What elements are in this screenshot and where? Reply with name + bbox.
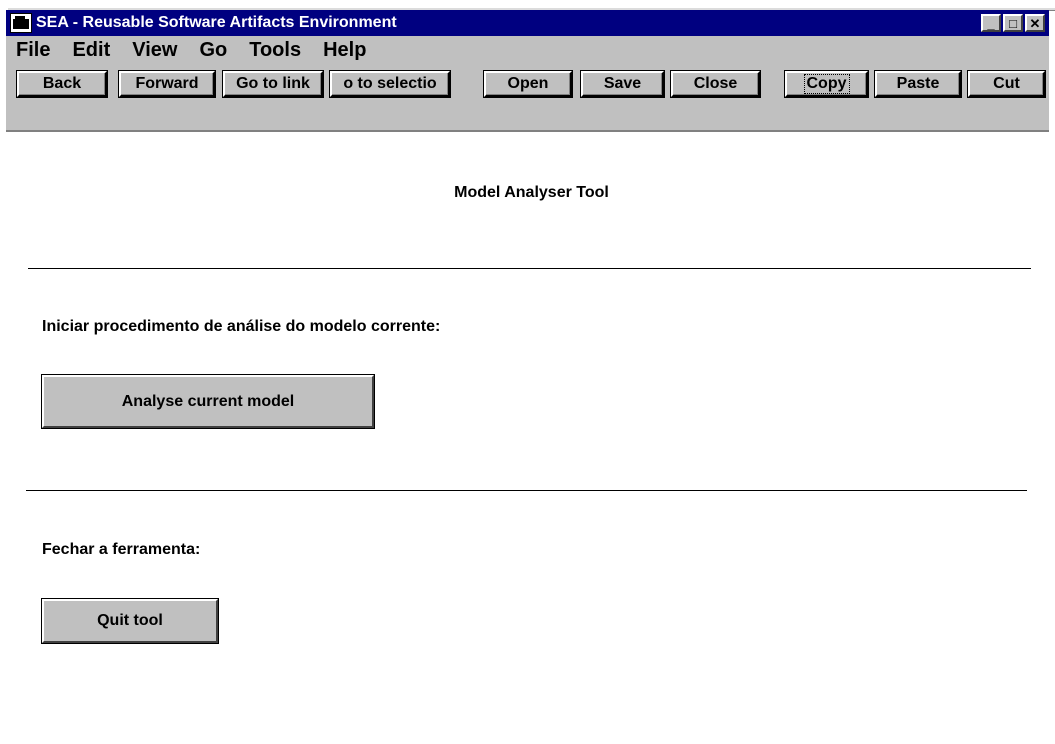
menu-help[interactable]: Help [312,39,377,62]
go-to-link-button[interactable]: Go to link [223,71,323,97]
maximize-button[interactable]: □ [1003,14,1023,32]
analyse-current-model-button[interactable]: Analyse current model [42,375,374,428]
window-title: SEA - Reusable Software Artifacts Enviro… [36,14,397,31]
divider-bottom [26,490,1027,491]
close-window-button[interactable]: ✕ [1025,14,1045,32]
open-button-label: Open [507,75,549,92]
app-window-icon[interactable] [10,13,32,33]
go-to-selection-button[interactable]: o to selectio [330,71,450,97]
close-button[interactable]: Close [671,71,760,97]
analyse-prompt-label: Iniciar procedimento de análise do model… [42,318,441,335]
menu-tools[interactable]: Tools [238,39,312,62]
quit-tool-button[interactable]: Quit tool [42,599,218,643]
go-to-selection-label: o to selectio [343,75,437,92]
back-button[interactable]: Back [17,71,107,97]
forward-button[interactable]: Forward [119,71,215,97]
cut-button-label: Cut [993,75,1020,92]
window-controls: _ □ ✕ [981,14,1045,32]
toolbar: Back Forward Go to link o to selectio Op… [6,64,1049,132]
close-button-label: Close [693,75,738,92]
cut-button[interactable]: Cut [968,71,1045,97]
open-button[interactable]: Open [484,71,572,97]
quit-button-label: Quit tool [97,612,163,629]
divider-top [28,268,1031,269]
save-button-label: Save [603,75,642,92]
menu-edit[interactable]: Edit [61,39,121,62]
go-to-link-label: Go to link [236,75,310,92]
copy-button-label: Copy [803,74,850,94]
menu-file[interactable]: File [6,39,61,62]
analyse-button-label: Analyse current model [121,392,295,410]
back-button-label: Back [42,75,82,92]
menu-bar: File Edit View Go Tools Help [6,36,1049,64]
menu-go[interactable]: Go [188,39,238,62]
title-bar[interactable]: SEA - Reusable Software Artifacts Enviro… [6,10,1049,36]
page-title: Model Analyser Tool [454,184,609,201]
minimize-button[interactable]: _ [981,14,1001,32]
quit-prompt-label: Fechar a ferramenta: [42,541,201,558]
paste-button[interactable]: Paste [875,71,961,97]
forward-button-label: Forward [135,75,199,92]
paste-button-label: Paste [896,75,940,92]
copy-button[interactable]: Copy [785,71,868,97]
menu-view[interactable]: View [121,39,188,62]
save-button[interactable]: Save [581,71,664,97]
content-area: Model Analyser Tool Iniciar procedimento… [8,132,1055,744]
